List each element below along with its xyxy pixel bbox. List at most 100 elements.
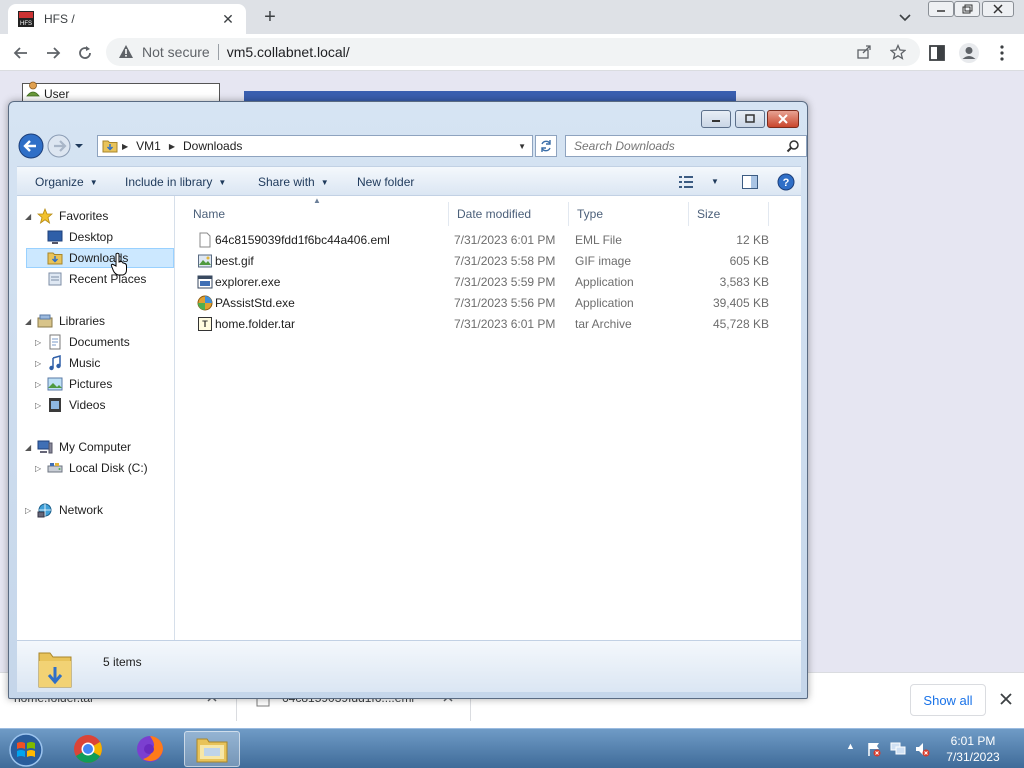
expand-arrow-icon[interactable]: ▷ xyxy=(35,338,45,347)
network-tray-icon[interactable] xyxy=(890,741,906,757)
action-center-flag-icon[interactable] xyxy=(866,741,882,757)
nav-desktop[interactable]: Desktop xyxy=(47,227,113,247)
taskbar-explorer-button[interactable] xyxy=(184,731,240,767)
nav-label: Desktop xyxy=(69,230,114,244)
explorer-forward-icon[interactable] xyxy=(47,134,71,158)
clock-time: 6:01 PM xyxy=(950,734,996,748)
explorer-address-bar[interactable]: ▶ VM1 ▶ Downloads ▼ xyxy=(97,135,533,157)
nav-videos[interactable]: ▷ Videos xyxy=(35,395,105,415)
view-options-icon[interactable] xyxy=(677,173,695,191)
file-row[interactable]: PAssistStd.exe 7/31/2023 5:56 PM Applica… xyxy=(195,293,795,313)
browser-tab[interactable]: HFS HFS / ✕ xyxy=(8,4,246,34)
profile-avatar-icon[interactable] xyxy=(958,42,980,64)
restore-icon[interactable] xyxy=(954,1,980,17)
expand-arrow-icon[interactable]: ▷ xyxy=(35,359,45,368)
minimize-icon[interactable] xyxy=(928,1,954,17)
image-icon xyxy=(198,254,212,268)
explorer-minimize-icon[interactable] xyxy=(701,110,731,128)
nav-downloads[interactable]: Downloads xyxy=(26,248,174,268)
collapse-arrow-icon[interactable]: ◢ xyxy=(25,317,35,326)
file-row[interactable]: 64c8159039fdd1f6bc44a406.eml 7/31/2023 6… xyxy=(195,230,795,250)
column-header-name[interactable]: Name xyxy=(185,202,449,226)
show-hidden-icons-icon[interactable]: ▲ xyxy=(846,741,855,751)
system-clock[interactable]: 6:01 PM 7/31/2023 xyxy=(936,733,1010,765)
view-chevron-down-icon[interactable]: ▼ xyxy=(711,177,719,186)
include-in-library-button[interactable]: Include in library ▼ xyxy=(125,175,226,189)
breadcrumb-downloads[interactable]: Downloads xyxy=(183,139,242,153)
nav-label: Recent Places xyxy=(69,272,147,286)
file-type: Application xyxy=(575,275,634,289)
start-orb-icon[interactable] xyxy=(6,731,46,768)
explorer-window: ▶ VM1 ▶ Downloads ▼ Organize ▼ Include in… xyxy=(8,101,808,699)
new-folder-button[interactable]: New folder xyxy=(357,175,414,189)
close-window-icon[interactable] xyxy=(982,1,1014,17)
breadcrumb-arrow-icon[interactable]: ▶ xyxy=(169,142,175,151)
preview-pane-icon[interactable] xyxy=(741,173,759,191)
explorer-maximize-icon[interactable] xyxy=(735,110,765,128)
address-dropdown-icon[interactable]: ▼ xyxy=(518,142,526,151)
recent-pages-chevron-icon[interactable] xyxy=(75,144,83,148)
breadcrumb-vm1[interactable]: VM1 xyxy=(136,139,161,153)
nav-libraries[interactable]: ◢ Libraries xyxy=(25,311,105,331)
show-all-button[interactable]: Show all xyxy=(910,684,986,716)
share-with-button[interactable]: Share with ▼ xyxy=(258,175,329,189)
reload-icon[interactable] xyxy=(74,42,96,64)
search-input[interactable] xyxy=(574,139,774,153)
nav-label: Music xyxy=(69,356,101,370)
side-panel-icon[interactable] xyxy=(928,44,946,62)
explorer-back-icon[interactable] xyxy=(18,133,44,159)
file-row[interactable]: best.gif 7/31/2023 5:58 PM GIF image 605… xyxy=(195,251,795,271)
share-icon[interactable] xyxy=(856,44,872,60)
breadcrumb-arrow-icon[interactable]: ▶ xyxy=(122,142,128,151)
nav-favorites[interactable]: ◢ Favorites xyxy=(25,206,108,226)
organize-button[interactable]: Organize ▼ xyxy=(35,175,98,189)
bookmark-star-icon[interactable] xyxy=(890,44,906,60)
tab-close-icon[interactable]: ✕ xyxy=(220,11,236,28)
kebab-menu-icon[interactable] xyxy=(994,44,1010,62)
nav-my-computer[interactable]: ◢ My Computer xyxy=(25,437,131,457)
file-row[interactable]: T home.folder.tar 7/31/2023 6:01 PM tar … xyxy=(195,314,795,334)
column-header-size[interactable]: Size xyxy=(689,202,769,226)
security-status[interactable]: Not secure xyxy=(142,44,210,60)
nav-music[interactable]: ▷ Music xyxy=(35,353,100,373)
forward-icon[interactable] xyxy=(42,42,64,64)
expand-arrow-icon[interactable]: ▷ xyxy=(25,506,35,515)
nav-documents[interactable]: ▷ Documents xyxy=(35,332,130,352)
explorer-address-row: ▶ VM1 ▶ Downloads ▼ xyxy=(17,132,807,160)
collapse-arrow-icon[interactable]: ◢ xyxy=(25,212,35,221)
file-list: ▲ Name Date modified Type Size 64c815903… xyxy=(175,196,801,640)
tab-search-chevron-icon[interactable] xyxy=(896,8,914,26)
expand-arrow-icon[interactable]: ▷ xyxy=(35,401,45,410)
collapse-arrow-icon[interactable]: ◢ xyxy=(25,443,35,452)
videos-icon xyxy=(49,398,61,412)
include-in-library-label: Include in library xyxy=(125,175,213,189)
column-header-date-modified[interactable]: Date modified xyxy=(449,202,569,226)
warning-icon[interactable] xyxy=(118,44,134,60)
expand-arrow-icon[interactable]: ▷ xyxy=(35,464,45,473)
url-text[interactable]: vm5.collabnet.local/ xyxy=(227,44,350,60)
column-header-type[interactable]: Type xyxy=(569,202,689,226)
explorer-close-icon[interactable] xyxy=(767,110,799,128)
refresh-icon[interactable] xyxy=(535,135,557,157)
file-row[interactable]: explorer.exe 7/31/2023 5:59 PM Applicati… xyxy=(195,272,795,292)
taskbar-firefox-button[interactable] xyxy=(122,731,178,767)
new-tab-icon[interactable]: + xyxy=(260,6,280,29)
taskbar-chrome-button[interactable] xyxy=(60,731,116,767)
svg-text:?: ? xyxy=(783,177,790,189)
nav-pictures[interactable]: ▷ Pictures xyxy=(35,374,112,394)
expand-arrow-icon[interactable]: ▷ xyxy=(35,380,45,389)
close-downloads-icon[interactable] xyxy=(998,691,1014,707)
nav-recent-places[interactable]: Recent Places xyxy=(47,269,146,289)
volume-muted-icon[interactable] xyxy=(914,741,930,757)
chrome-icon xyxy=(74,735,102,763)
divider xyxy=(217,44,219,60)
back-icon[interactable] xyxy=(10,42,32,64)
nav-local-disk[interactable]: ▷ Local Disk (C:) xyxy=(35,458,148,478)
file-type: EML File xyxy=(575,233,622,247)
star-icon xyxy=(37,208,53,224)
search-box[interactable] xyxy=(565,135,807,157)
nav-network[interactable]: ▷ Network xyxy=(25,500,103,520)
search-icon[interactable] xyxy=(786,139,800,153)
address-bar[interactable]: Not secure vm5.collabnet.local/ xyxy=(106,38,920,66)
help-icon[interactable]: ? xyxy=(777,173,795,191)
